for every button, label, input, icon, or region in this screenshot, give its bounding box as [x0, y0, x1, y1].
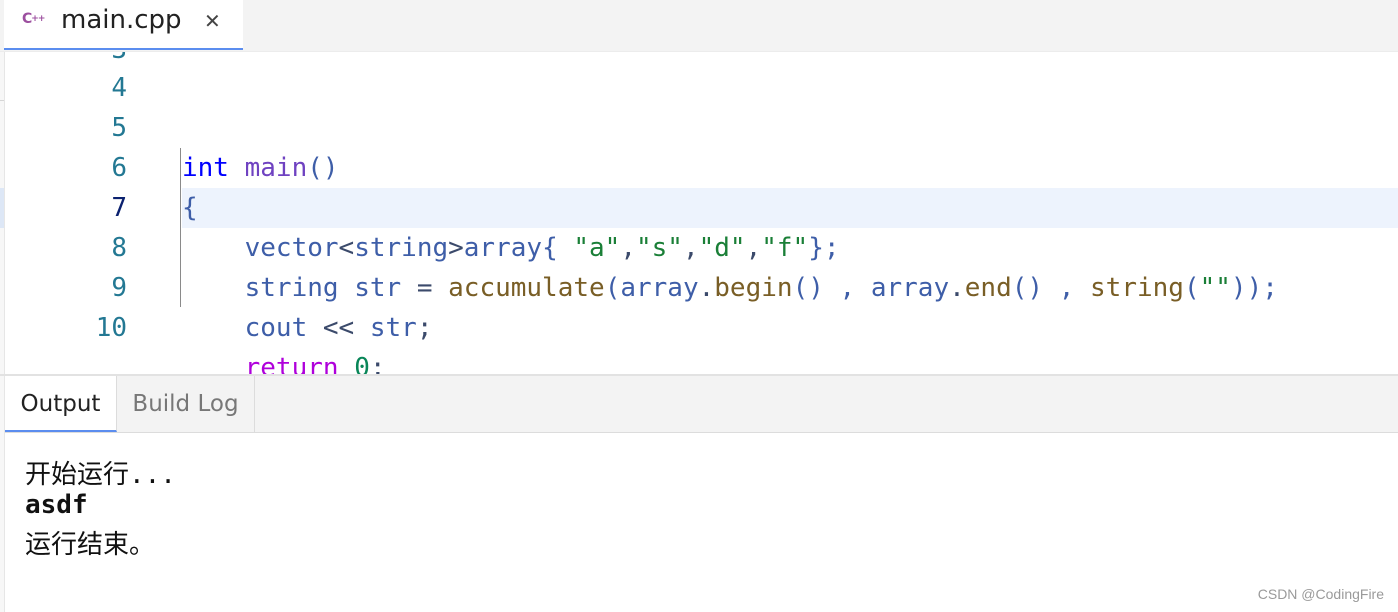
tab-main-cpp[interactable]: C++ main.cpp ✕ [4, 0, 243, 50]
current-line-edge-marker [0, 188, 4, 228]
output-line: asdf [25, 490, 88, 520]
edge-divider [0, 100, 4, 101]
output-console: 开始运行... asdf 运行结束。 [5, 434, 1398, 612]
code-line: 5 { [5, 108, 1398, 223]
line-number: 6 [111, 153, 127, 183]
tab-title: main.cpp [61, 5, 182, 35]
editor-tab-bar: C++ main.cpp ✕ [0, 0, 1398, 52]
tab-output[interactable]: Output [5, 376, 117, 432]
code-line: 8 cout << str; [5, 228, 1398, 343]
output-line: 运行结束。 [25, 530, 156, 560]
output-line: 开始运行... [25, 460, 176, 490]
code-line-current: 7 string str = accumulate(array.begin() … [5, 188, 1398, 303]
line-number: 8 [111, 233, 127, 263]
code-line: 10 } [5, 308, 1398, 348]
line-number: 9 [111, 273, 127, 303]
line-number: 10 [95, 313, 127, 343]
code-editor[interactable]: 3 4 int main() 5 { 6 vector<string>array… [5, 52, 1398, 374]
tab-build-log[interactable]: Build Log [117, 376, 255, 432]
watermark: CSDN @CodingFire [1257, 586, 1384, 602]
cpp-file-icon: C++ [22, 11, 45, 27]
line-number: 7 [111, 193, 127, 223]
code-line: 6 vector<string>array{ "a","s","d","f"}; [5, 148, 1398, 263]
code-line: 4 int main() [5, 68, 1398, 183]
keyword-token: return [244, 353, 339, 374]
line-number: 5 [111, 113, 127, 143]
close-icon[interactable]: ✕ [204, 9, 221, 33]
code-line: 9 return 0; [5, 268, 1398, 374]
panel-tab-bar: Output Build Log [5, 376, 1398, 433]
line-number: 4 [111, 73, 127, 103]
